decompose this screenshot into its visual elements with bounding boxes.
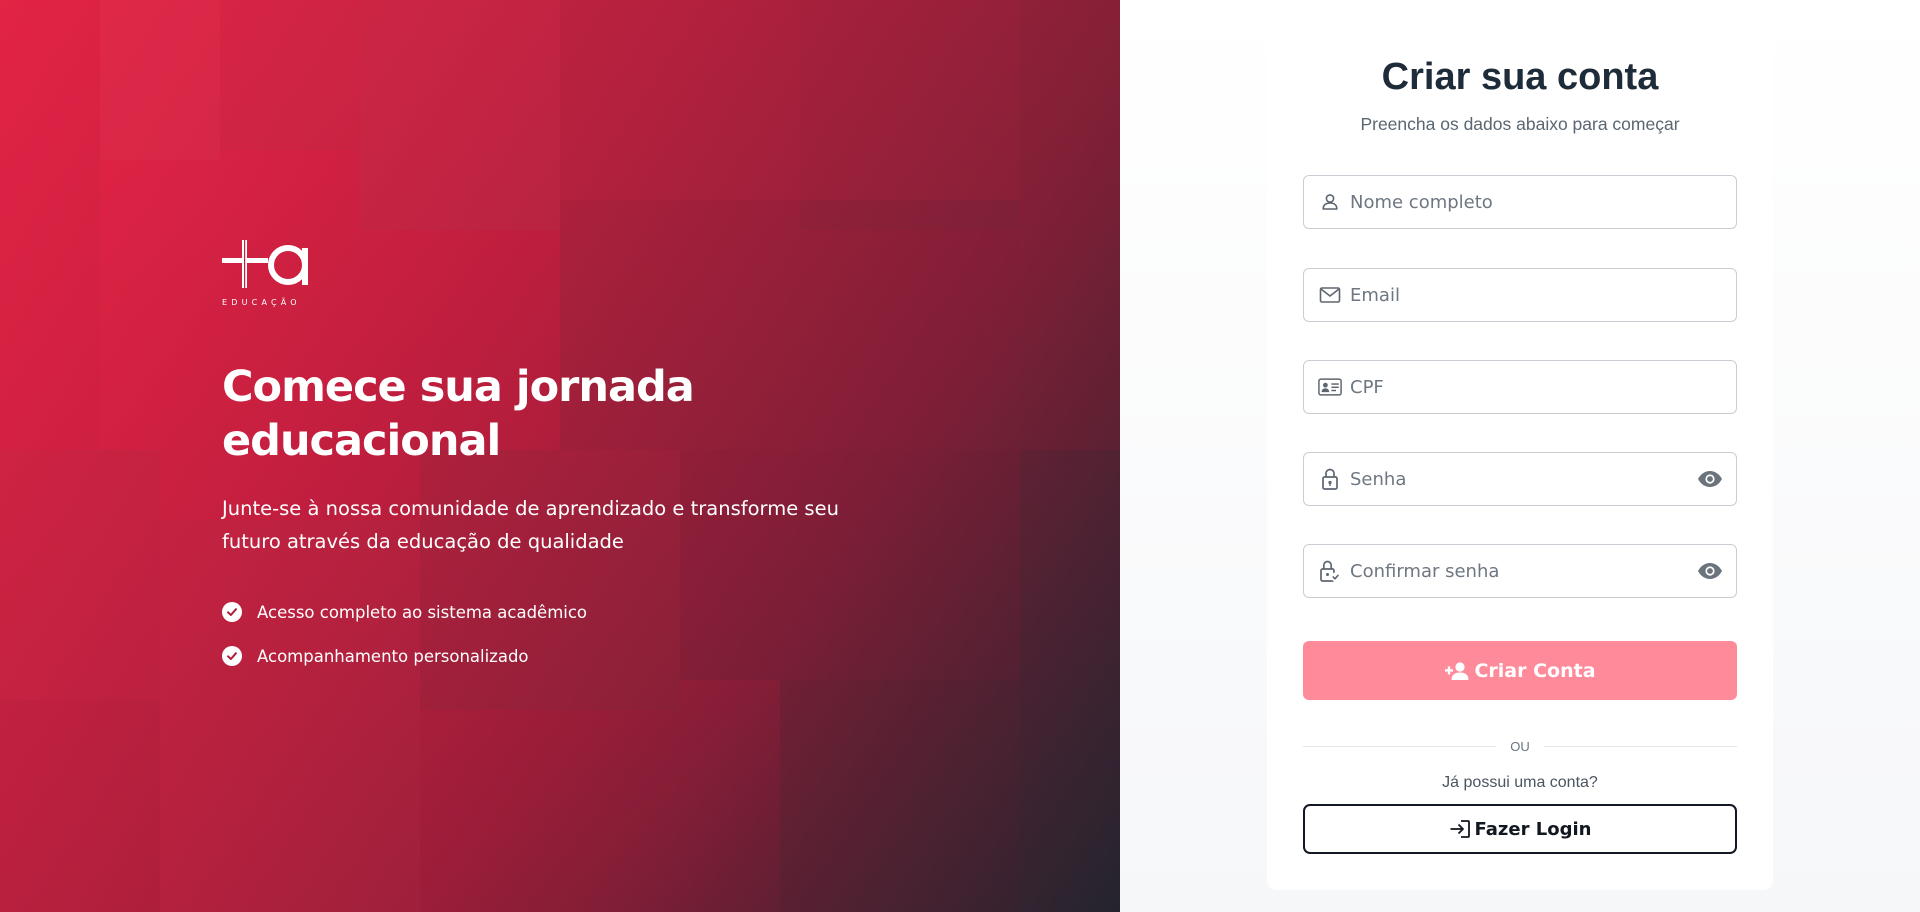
lock-icon [1318, 467, 1342, 491]
hero-panel: EDUCAÇÃO Comece sua jornada educacional … [0, 0, 1120, 912]
check-circle-icon [222, 602, 242, 622]
lock-check-icon [1318, 559, 1342, 583]
or-divider: OU [1303, 736, 1737, 756]
hero-content: EDUCAÇÃO Comece sua jornada educacional … [222, 238, 922, 678]
cpf-field [1303, 360, 1737, 414]
have-account-text: Já possui uma conta? [1442, 774, 1598, 791]
hero-title: Comece sua jornada educacional [222, 362, 695, 466]
form-title: Criar sua conta [1381, 56, 1659, 98]
create-account-label: Criar Conta [1474, 659, 1596, 682]
confirm-password-input[interactable] [1350, 551, 1696, 591]
password-field [1303, 452, 1737, 506]
brand-logo-subtitle: EDUCAÇÃO [222, 298, 301, 307]
brand-logo-mark [222, 240, 308, 288]
feature-label: Acesso completo ao sistema acadêmico [257, 602, 588, 622]
mail-icon [1318, 283, 1342, 307]
password-input[interactable] [1350, 459, 1696, 499]
create-account-button[interactable]: Criar Conta [1303, 641, 1737, 700]
brand-logo: EDUCAÇÃO [222, 238, 317, 310]
feature-item: Acompanhamento personalizado [222, 634, 922, 678]
email-input[interactable] [1350, 275, 1736, 315]
form-panel: Criar sua conta Preencha os dados abaixo… [1120, 0, 1920, 912]
name-input[interactable] [1350, 182, 1736, 222]
user-plus-icon [1444, 661, 1470, 681]
login-icon [1449, 819, 1471, 839]
feature-item: Acesso completo ao sistema acadêmico [222, 590, 922, 634]
login-button[interactable]: Fazer Login [1303, 804, 1737, 854]
login-label: Fazer Login [1474, 818, 1592, 840]
signup-card: Criar sua conta Preencha os dados abaixo… [1267, 18, 1773, 890]
form-subtitle: Preencha os dados abaixo para começar [1360, 114, 1680, 134]
id-card-icon [1318, 375, 1342, 399]
or-text: OU [1510, 738, 1530, 754]
hero-subtitle: Junte-se à nossa comunidade de aprendiza… [222, 497, 839, 553]
signup-page: EDUCAÇÃO Comece sua jornada educacional … [0, 0, 1920, 912]
feature-label: Acompanhamento personalizado [257, 646, 529, 666]
user-icon [1318, 190, 1342, 214]
cpf-input[interactable] [1350, 367, 1736, 407]
feature-list: Acesso completo ao sistema acadêmico Aco… [222, 590, 922, 678]
name-field [1303, 175, 1737, 229]
eye-icon[interactable] [1696, 559, 1724, 583]
email-field [1303, 268, 1737, 322]
eye-icon[interactable] [1696, 467, 1724, 491]
check-circle-icon [222, 646, 242, 666]
confirm-password-field [1303, 544, 1737, 598]
